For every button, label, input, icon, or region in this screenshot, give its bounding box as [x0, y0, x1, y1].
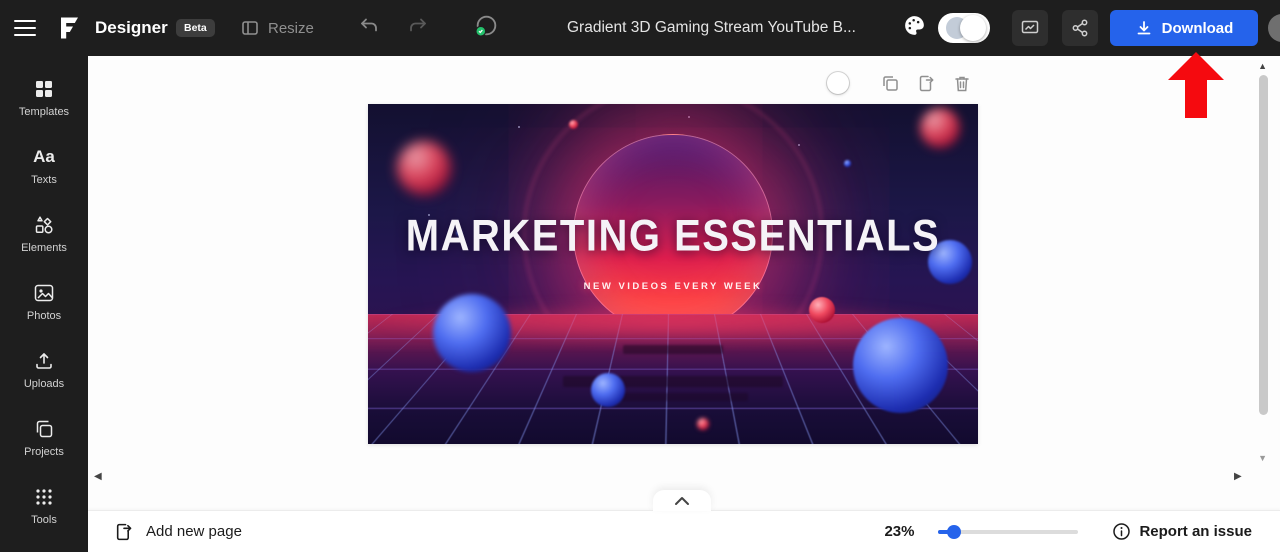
vertical-scrollbar-thumb[interactable]: [1259, 75, 1268, 415]
download-button[interactable]: Download: [1110, 10, 1258, 46]
add-new-page-button[interactable]: Add new page: [114, 522, 242, 542]
add-page-icon: [116, 523, 132, 540]
autosave-status-icon[interactable]: [473, 12, 500, 44]
design-sphere-blue: [433, 294, 511, 372]
logo-f-icon: [61, 17, 78, 39]
design-page[interactable]: MARKETING ESSENTIALS NEW VIDEOS EVERY WE…: [368, 104, 978, 444]
design-sphere-blue: [591, 373, 625, 407]
design-sphere-red: [397, 141, 451, 195]
bottombar: Add new page 23% Report an issue: [88, 510, 1280, 552]
document-title[interactable]: Gradient 3D Gaming Stream YouTube B...: [567, 19, 856, 37]
sidebar-item-label: Photos: [26, 310, 62, 322]
report-issue-label: Report an issue: [1139, 523, 1252, 540]
palette-icon: [905, 16, 924, 35]
redo-button[interactable]: [406, 15, 430, 42]
texts-aa-icon: Aa: [33, 147, 55, 166]
redo-icon: [410, 18, 426, 32]
design-star: [518, 126, 520, 128]
sidebar-item-label: Uploads: [23, 378, 65, 390]
design-subheadline-text[interactable]: NEW VIDEOS EVERY WEEK: [368, 281, 978, 292]
sidebar-item-label: Templates: [18, 106, 70, 118]
undo-icon: [361, 18, 377, 32]
trash-icon: [955, 76, 969, 91]
resize-icon: [242, 21, 258, 35]
design-sphere-red: [920, 108, 960, 148]
scroll-left-arrow-icon[interactable]: ◀: [94, 472, 102, 482]
export-page-icon: [919, 75, 934, 91]
download-label: Download: [1161, 19, 1234, 37]
duplicate-page-button[interactable]: [881, 74, 900, 93]
resize-label: Resize: [268, 19, 314, 37]
app-name: Designer: [95, 18, 168, 37]
elements-shapes-icon: [33, 212, 55, 238]
sidebar-item-elements[interactable]: Elements: [0, 212, 88, 280]
sidebar-item-tools[interactable]: Tools: [0, 484, 88, 552]
hamburger-icon: [14, 20, 36, 36]
design-sphere-blue: [853, 318, 948, 413]
delete-page-button[interactable]: [953, 74, 971, 93]
sidebar-item-projects[interactable]: Projects: [0, 416, 88, 484]
topbar: Designer Beta Resize Gradient 3D Gaming …: [0, 0, 1280, 56]
scroll-down-arrow-icon[interactable]: ▼: [1258, 454, 1267, 463]
zoom-slider-knob[interactable]: [947, 524, 962, 539]
palette-button[interactable]: [902, 13, 927, 43]
share-button[interactable]: [1062, 10, 1098, 46]
report-issue-button[interactable]: Report an issue: [1112, 522, 1252, 541]
sidebar: Templates Aa Texts Elements Photos Uploa…: [0, 56, 88, 552]
duplicate-icon: [883, 75, 898, 91]
canvas-area: MARKETING ESSENTIALS NEW VIDEOS EVERY WE…: [88, 56, 1280, 510]
photos-image-icon: [33, 280, 55, 306]
collapse-panel-button[interactable]: [653, 490, 711, 511]
hamburger-menu-button[interactable]: [14, 20, 36, 36]
sidebar-item-texts[interactable]: Aa Texts: [0, 144, 88, 212]
sidebar-item-label: Projects: [24, 446, 64, 458]
sidebar-item-label: Elements: [21, 242, 67, 254]
scroll-up-arrow-icon[interactable]: ▲: [1258, 62, 1267, 71]
page-color-chip[interactable]: [827, 72, 849, 94]
app-logo[interactable]: [56, 16, 82, 41]
export-page-button[interactable]: [917, 74, 936, 93]
zoom-value: 23%: [884, 523, 915, 540]
sidebar-item-photos[interactable]: Photos: [0, 280, 88, 348]
avatar[interactable]: [1268, 14, 1280, 42]
presentation-icon: [1021, 20, 1039, 34]
chevron-up-icon: [675, 496, 689, 505]
tools-dots-grid-icon: [34, 484, 54, 510]
feedback-button[interactable]: [1012, 10, 1048, 46]
download-icon: [1137, 21, 1151, 35]
undo-button[interactable]: [357, 15, 381, 42]
toggle-knob-right: [960, 15, 986, 41]
design-headline-text[interactable]: MARKETING ESSENTIALS: [368, 211, 978, 261]
resize-button[interactable]: Resize: [240, 18, 314, 38]
design-sphere-blue: [844, 160, 851, 167]
sidebar-item-templates[interactable]: Templates: [0, 76, 88, 144]
bottombar-right-group: 23% Report an issue: [884, 522, 1252, 541]
uploads-arrow-icon: [34, 348, 54, 374]
beta-badge: Beta: [176, 19, 215, 37]
design-sphere-red: [569, 120, 578, 129]
info-circle-icon: [1113, 523, 1131, 540]
design-sphere-red: [697, 418, 709, 430]
sidebar-item-label: Tools: [31, 514, 57, 526]
sidebar-item-uploads[interactable]: Uploads: [0, 348, 88, 416]
sidebar-item-label: Texts: [31, 174, 57, 186]
templates-grid-icon: [34, 76, 54, 102]
add-new-page-label: Add new page: [146, 523, 242, 540]
projects-copy-icon: [34, 416, 54, 442]
scroll-right-arrow-icon[interactable]: ▶: [1234, 472, 1242, 482]
design-ghost-text-row: [623, 345, 723, 354]
page-toolbar: [827, 72, 971, 94]
share-icon: [1072, 19, 1088, 37]
design-star: [798, 144, 800, 146]
zoom-slider[interactable]: [938, 524, 1079, 539]
design-sphere-red: [809, 297, 835, 323]
toggle-switch[interactable]: [938, 13, 990, 43]
